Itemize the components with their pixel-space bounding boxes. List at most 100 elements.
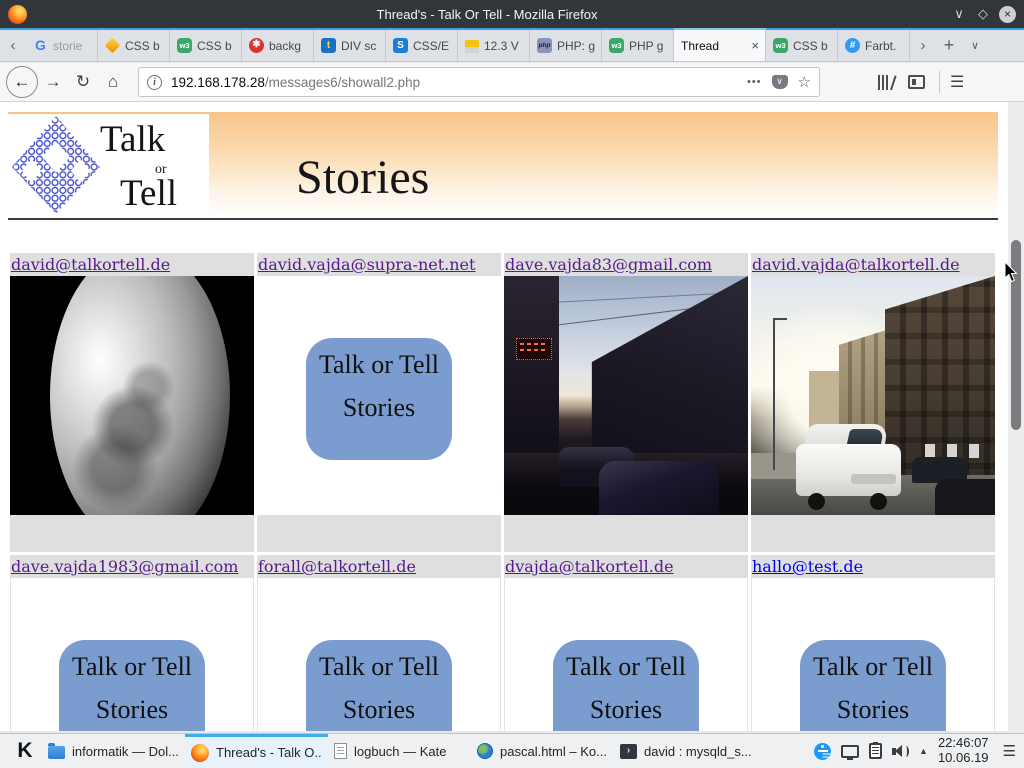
story-author-bar: forall@talkortell.de: [257, 555, 501, 578]
speech-bubble: Talk or Tell Stories: [306, 640, 452, 731]
bubble-text: Talk or Tell: [800, 654, 946, 680]
story-card-footer: [504, 515, 748, 552]
pocket-icon[interactable]: ∨: [772, 75, 788, 89]
white-van: [796, 424, 901, 510]
story-image-bubble[interactable]: Talk or Tell Stories: [257, 276, 501, 515]
panel-menu-icon[interactable]: ☰: [1003, 742, 1016, 760]
reload-button[interactable]: ↻: [68, 72, 98, 92]
story-image-bubble[interactable]: Talk or Tell Stories: [257, 578, 501, 731]
tab-css-1[interactable]: CSS b: [98, 30, 170, 61]
stories-row-1: david@talkortell.de david.vajda@supra-ne…: [10, 253, 995, 552]
story-author-bar: dave.vajda83@gmail.com: [504, 253, 748, 276]
speech-bubble: Talk or Tell Stories: [306, 338, 452, 460]
volume-icon[interactable]: [892, 744, 909, 759]
blue-t-icon: t: [321, 38, 336, 53]
scroll-tabs-left-button[interactable]: ‹: [0, 30, 26, 61]
story-author-link[interactable]: dave.vajda83@gmail.com: [505, 255, 712, 274]
toolbar-separator: [939, 71, 940, 93]
site-info-icon[interactable]: i: [147, 75, 162, 90]
task-firefox-active[interactable]: Thread's - Talk O...: [185, 734, 328, 768]
story-author-link[interactable]: hallo@test.de: [752, 557, 863, 576]
story-author-link[interactable]: dvajda@talkortell.de: [505, 557, 674, 576]
scroll-tabs-right-button[interactable]: ›: [910, 30, 936, 61]
poster: [925, 444, 935, 458]
story-author-bar: david.vajda@talkortell.de: [751, 253, 995, 276]
story-card: hallo@test.de Talk or Tell Stories: [751, 555, 995, 731]
task-dolphin[interactable]: informatik — Dol...: [42, 734, 185, 768]
tab-css-2[interactable]: w3 CSS b: [170, 30, 242, 61]
task-kate[interactable]: logbuch — Kate: [328, 734, 471, 768]
tab-div[interactable]: t DIV sc: [314, 30, 386, 61]
tab-css-3[interactable]: w3 CSS b: [766, 30, 838, 61]
new-tab-button[interactable]: +: [936, 30, 962, 61]
tray-expand-icon[interactable]: ▲: [919, 746, 928, 756]
moon-maria-shading: [50, 276, 230, 515]
kde-launcher-icon[interactable]: K: [8, 739, 42, 763]
tab-background[interactable]: ✱ backg: [242, 30, 314, 61]
tab-css-selfhtml[interactable]: S CSS/E: [386, 30, 458, 61]
task-terminal[interactable]: › david : mysqld_s...: [614, 734, 757, 768]
tab-strip: ‹ G storie CSS b w3 CSS b ✱ backg t DIV …: [0, 30, 1024, 62]
story-image-bubble[interactable]: Talk or Tell Stories: [10, 578, 254, 731]
stories-row-2: dave.vajda1983@gmail.com Talk or Tell St…: [10, 555, 995, 731]
story-image-bubble[interactable]: Talk or Tell Stories: [504, 578, 748, 731]
task-konqueror[interactable]: pascal.html – Ko...: [471, 734, 614, 768]
bubble-text: Talk or Tell: [59, 654, 205, 680]
story-author-link[interactable]: dave.vajda1983@gmail.com: [11, 557, 238, 576]
system-tray: ▲ 22:46:07 10.06.19 ☰: [814, 736, 1016, 765]
bubble-text: Talk or Tell: [306, 654, 452, 680]
story-author-link[interactable]: david@talkortell.de: [11, 255, 170, 274]
minimize-button[interactable]: ∨: [947, 6, 971, 22]
story-author-link[interactable]: david.vajda@supra-net.net: [258, 255, 475, 274]
story-image-bubble[interactable]: Talk or Tell Stories: [751, 578, 995, 731]
accessibility-icon[interactable]: [814, 743, 831, 760]
home-button[interactable]: ⌂: [98, 72, 128, 92]
menu-icon[interactable]: ☰: [950, 72, 964, 92]
tab-close-icon[interactable]: ×: [748, 38, 762, 53]
forward-button[interactable]: →: [38, 72, 68, 92]
story-author-bar: david.vajda@supra-net.net: [257, 253, 501, 276]
php-icon: php: [537, 38, 552, 53]
tab-php-2[interactable]: w3 PHP g: [602, 30, 674, 61]
tab-threads-active[interactable]: Thread ×: [674, 30, 766, 61]
tab-farbtabelle[interactable]: # Farbt.: [838, 30, 910, 61]
firefox-icon: [8, 5, 27, 24]
story-image-street-van[interactable]: [751, 276, 995, 515]
speech-bubble: Talk or Tell Stories: [59, 640, 205, 731]
speech-bubble: Talk or Tell Stories: [553, 640, 699, 731]
url-bar[interactable]: i 192.168.178.28/messages6/showall2.php …: [138, 67, 820, 97]
story-author-link[interactable]: david.vajda@talkortell.de: [752, 255, 960, 274]
bookmark-star-icon[interactable]: ☆: [798, 73, 811, 91]
street-lamp: [773, 318, 775, 470]
van-wheel: [808, 493, 825, 510]
story-author-bar: hallo@test.de: [751, 555, 995, 578]
google-icon: G: [33, 38, 48, 53]
library-icon[interactable]: [878, 75, 892, 90]
url-host: 192.168.178.28: [171, 75, 265, 90]
clock-widget[interactable]: 22:46:07 10.06.19: [938, 736, 989, 765]
story-author-link[interactable]: forall@talkortell.de: [258, 557, 416, 576]
close-button[interactable]: ×: [999, 6, 1016, 23]
folder-icon: [48, 746, 65, 759]
back-button[interactable]: ←: [6, 66, 38, 98]
tab-php-1[interactable]: php PHP: g: [530, 30, 602, 61]
sidebar-icon[interactable]: [908, 75, 925, 89]
story-card: dave.vajda83@gmail.com: [504, 253, 748, 552]
tab-12-3[interactable]: 12.3 V: [458, 30, 530, 61]
navigation-toolbar: ← → ↻ ⌂ i 192.168.178.28/messages6/showa…: [0, 63, 1024, 102]
tab-stories-google[interactable]: G storie: [26, 30, 98, 61]
clipboard-icon[interactable]: [869, 743, 882, 759]
page-scrollbar-track[interactable]: [1008, 102, 1024, 731]
car: [935, 479, 995, 515]
list-all-tabs-button[interactable]: ∨: [962, 30, 988, 61]
maximize-button[interactable]: ◇: [971, 6, 995, 22]
globe-icon: [477, 743, 493, 759]
logo-text-tell: Tell: [120, 172, 177, 215]
header-divider: [8, 218, 998, 220]
network-monitor-icon[interactable]: [841, 745, 859, 758]
page-actions-icon[interactable]: •••: [747, 76, 762, 88]
story-image-street-dusk[interactable]: [504, 276, 748, 515]
story-image-moon[interactable]: [10, 276, 254, 515]
selfhtml-icon: S: [393, 38, 408, 53]
story-card: david.vajda@supra-net.net Talk or Tell S…: [257, 253, 501, 552]
